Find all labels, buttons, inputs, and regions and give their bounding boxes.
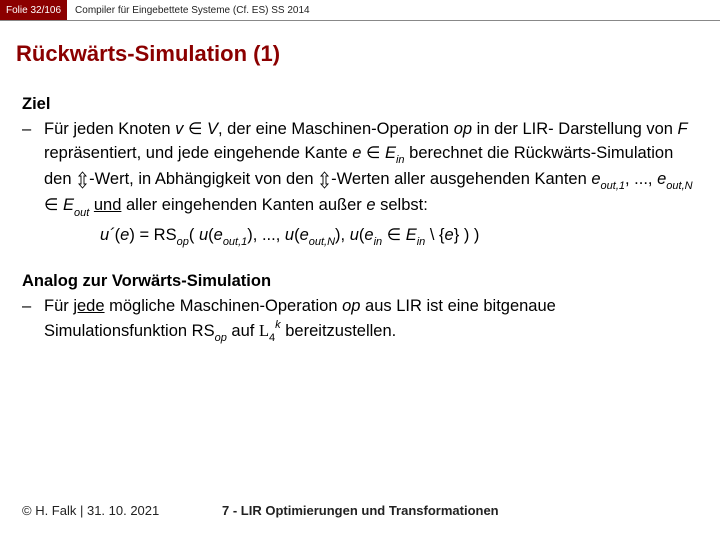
page-title: Rückwärts-Simulation (1) [16, 41, 720, 67]
bullet-text: Für jede mögliche Maschinen-Operation op… [44, 295, 698, 346]
bullet-text: Für jeden Knoten v ∈ V, der eine Maschin… [44, 118, 698, 250]
section-analog-label: Analog zur Vorwärts-Simulation [22, 270, 698, 294]
formula: u´(e) = RSop( u(eout,1), ..., u(eout,N),… [100, 224, 698, 250]
bullet-dash: – [22, 118, 44, 250]
bullet-item: – Für jede mögliche Maschinen-Operation … [22, 295, 698, 346]
footer-chapter: 7 - LIR Optimierungen und Transformation… [222, 503, 698, 518]
up-down-arrow-icon [319, 171, 330, 189]
slide-header: Folie 32/106 Compiler für Eingebettete S… [0, 0, 720, 21]
course-title: Compiler für Eingebettete Systeme (Cf. E… [67, 0, 318, 20]
bullet-dash: – [22, 295, 44, 346]
slide-number-badge: Folie 32/106 [0, 0, 67, 20]
up-down-arrow-icon [77, 171, 88, 189]
section-goal-label: Ziel [22, 93, 698, 117]
footer-copyright: © H. Falk | 31. 10. 2021 [22, 503, 222, 518]
content-body: Ziel – Für jeden Knoten v ∈ V, der eine … [0, 93, 720, 346]
bullet-item: – Für jeden Knoten v ∈ V, der eine Masch… [22, 118, 698, 250]
slide-footer: © H. Falk | 31. 10. 2021 7 - LIR Optimie… [22, 503, 698, 518]
